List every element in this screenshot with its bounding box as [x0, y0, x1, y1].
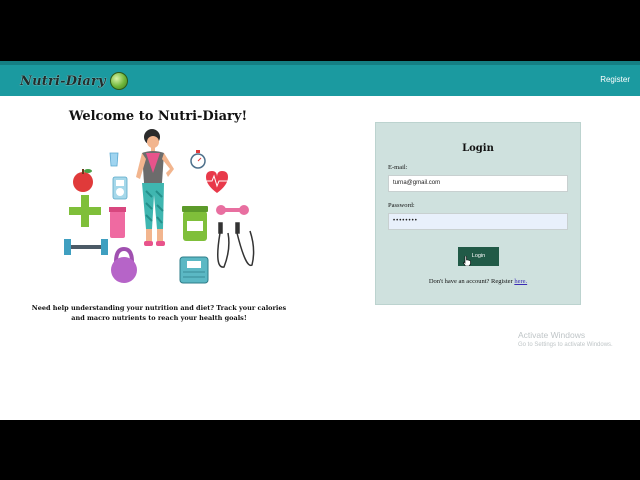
- register-here-link[interactable]: here.: [514, 278, 527, 285]
- logo-text: Nutri-Diary: [20, 73, 106, 89]
- jump-rope-icon: [217, 222, 255, 268]
- stopwatch-icon: [190, 150, 206, 169]
- login-card: Login E-mail: turna@gmail.com Password: …: [375, 122, 581, 305]
- supplement-jar-icon: [182, 206, 208, 241]
- woman-figure-icon: [136, 129, 174, 246]
- hero-tagline: Need help understanding your nutrition a…: [31, 304, 287, 322]
- logo-ball-icon: [109, 72, 128, 90]
- site-logo[interactable]: Nutri-Diary: [20, 72, 128, 90]
- water-glass-icon: [109, 152, 119, 167]
- kettlebell-icon: [111, 246, 137, 283]
- watermark-title: Activate Windows: [518, 330, 586, 340]
- music-player-icon: [112, 176, 128, 200]
- dumbbell-pink-icon: [216, 205, 249, 215]
- heart-icon: [206, 171, 228, 193]
- no-account-text: Don't have an account? Register here.: [376, 278, 580, 285]
- welcome-title: Welcome to Nutri-Diary!: [68, 109, 248, 124]
- email-label: E-mail:: [388, 164, 408, 171]
- hand-cursor-icon: [463, 256, 471, 266]
- shaker-bottle-icon: [109, 207, 126, 238]
- page: Nutri-Diary Register Welcome to Nutri-Di…: [0, 61, 640, 420]
- watermark-subtitle: Go to Settings to activate Windows.: [518, 342, 613, 348]
- fitness-illustration: [64, 129, 255, 284]
- no-account-label: Don't have an account? Register: [428, 278, 515, 285]
- activate-windows-watermark: Activate Windows Go to Settings to activ…: [518, 330, 613, 348]
- password-field[interactable]: ••••••••: [388, 213, 568, 230]
- plus-icon: [69, 195, 101, 227]
- login-title: Login: [462, 143, 494, 154]
- email-field[interactable]: turna@gmail.com: [388, 175, 568, 192]
- password-label: Password:: [388, 202, 415, 209]
- weight-scale-icon: [179, 256, 209, 284]
- nav-register-link[interactable]: Register: [600, 75, 630, 84]
- top-navbar: Nutri-Diary Register: [0, 61, 640, 96]
- apple-icon: [73, 169, 93, 192]
- dumbbell-blue-icon: [64, 239, 108, 255]
